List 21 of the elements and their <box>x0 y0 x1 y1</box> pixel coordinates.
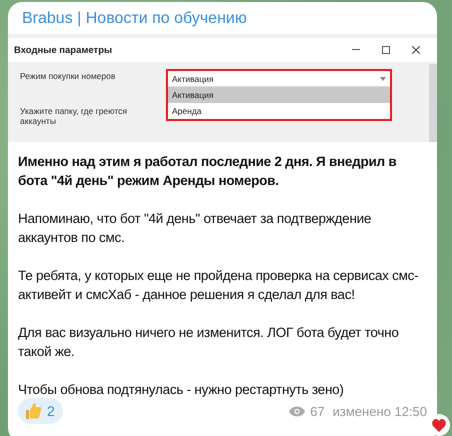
close-icon[interactable] <box>412 46 420 54</box>
minimize-icon[interactable] <box>352 49 360 51</box>
dropdown-option[interactable]: Активация <box>168 87 390 103</box>
maximize-icon[interactable] <box>382 46 390 54</box>
message-paragraph: Напоминаю, что бот "4й день" отвечает за подтверждение аккаунтов по смс. <box>18 210 372 247</box>
dropdown[interactable]: Активация Активация Аренда <box>166 69 392 121</box>
scrollbar[interactable] <box>429 64 437 142</box>
caret-icon <box>380 76 386 80</box>
field-label: Укажите папку, где греются аккаунты <box>20 106 128 126</box>
edited-time: изменено 12:50 <box>332 404 427 418</box>
field-label: Режим покупки номеров <box>20 71 116 83</box>
views-icon <box>289 406 306 416</box>
thumbs-up-icon <box>24 402 42 420</box>
view-count: 67 <box>310 404 325 418</box>
message-paragraph: Именно над этим я работал последние 2 дня. Я внедрил в бота "4й день" режим Аренды номеров. <box>18 153 398 190</box>
message-paragraph: Чтобы обнова подтянулась - нужно рестартнуть зено) <box>18 381 345 399</box>
message-paragraph: Для вас визуально ничего не изменится. ЛОГ бота будет точно такой же. <box>18 324 400 361</box>
window-title: Входные параметры <box>14 44 114 56</box>
message-paragraph: Те ребята, у которых еще не пройдена проверка на сервисах смс-активейт и смсХаб - данное решения я сделал для вас! <box>18 267 420 304</box>
heart-icon <box>432 418 446 432</box>
dropdown-value: Активация <box>172 74 214 84</box>
